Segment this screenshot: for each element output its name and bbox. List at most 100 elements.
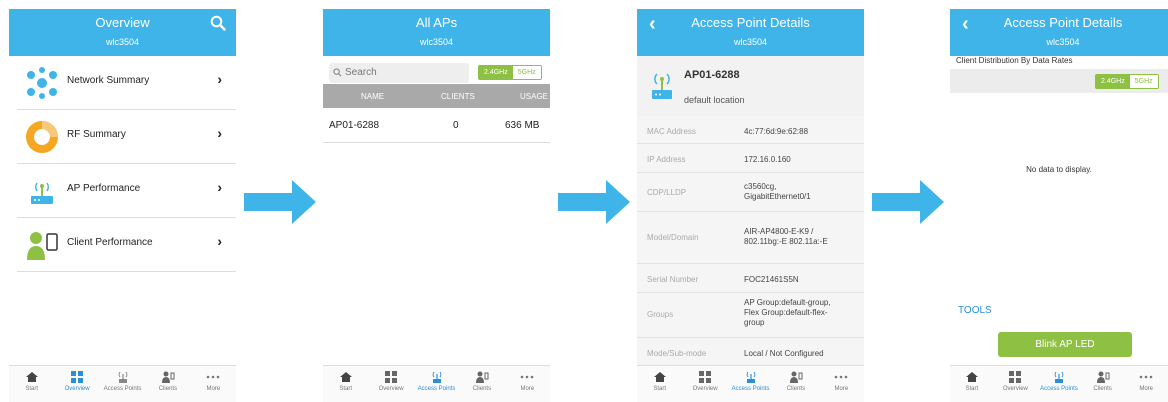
more-icon [207,375,220,379]
table-header: NAME CLIENTS USAGE [323,84,550,108]
search-icon[interactable] [210,15,226,36]
tab-clients[interactable]: Clients [773,366,818,402]
network-summary-icon [25,66,59,100]
tab-access-points[interactable]: Access Points [1037,366,1081,402]
search-icon [333,68,342,77]
home-icon [339,372,352,382]
detail-row-cdp: CDP/LLDP c3560cg, GigabitEthernet0/1 [637,173,864,212]
access-point-icon [118,371,127,383]
blink-ap-led-button[interactable]: Blink AP LED [998,332,1132,357]
tools-label: TOOLS [958,305,992,316]
grid-icon [385,371,398,383]
tab-clients[interactable]: Clients [1081,366,1125,402]
page-title: Overview [95,15,150,30]
tab-more[interactable]: More [505,366,550,402]
detail-list: MAC Address 4c:77:6d:9e:62:88 IP Address… [637,116,864,366]
clients-icon [1096,371,1110,383]
page-title: Access Point Details [691,15,810,30]
menu-item-label: RF Summary [67,129,126,140]
flow-arrow-icon [558,180,630,224]
tab-start[interactable]: Start [9,366,54,402]
band-toggle: 2.4GHz 5GHz [1095,74,1159,89]
band-5ghz-button[interactable]: 5GHz [1129,75,1158,88]
flow-arrow-icon [244,180,316,224]
controller-name: wlc3504 [105,37,140,47]
chevron-right-icon: › [217,233,222,249]
band-24ghz-button[interactable]: 2.4GHz [479,66,513,79]
tab-clients[interactable]: Clients [145,366,190,402]
more-icon [521,375,534,379]
detail-row-mac: MAC Address 4c:77:6d:9e:62:88 [637,116,864,144]
tab-start[interactable]: Start [637,366,682,402]
client-performance-icon [25,228,59,262]
menu-item-ap-performance[interactable]: AP Performance › [17,164,236,218]
controller-name: wlc3504 [1046,37,1080,47]
menu-item-client-performance[interactable]: Client Performance › [17,218,236,272]
tab-bar: Start Overview Access Points Clients Mor… [637,365,864,402]
grid-icon [1009,371,1022,383]
band-toggle: 2.4GHz 5GHz [478,65,542,80]
more-icon [835,375,848,379]
grid-icon [71,371,84,383]
access-point-icon [652,73,672,99]
menu-item-rf-summary[interactable]: RF Summary › [17,110,236,164]
tab-start[interactable]: Start [323,366,368,402]
band-5ghz-button[interactable]: 5GHz [512,66,541,79]
ap-clients: 0 [453,120,459,131]
menu-item-label: AP Performance [67,183,141,194]
chevron-right-icon: › [217,179,222,195]
overview-screen: Overview wlc3504 Network Summary › RF Su… [9,9,236,402]
tab-overview[interactable]: Overview [54,366,99,402]
all-aps-screen: All APs wlc3504 Search 2.4GHz 5GHz NAME … [323,9,550,402]
home-icon [25,372,38,382]
page-title: All APs [415,15,458,30]
band-24ghz-button[interactable]: 2.4GHz [1096,75,1130,88]
detail-row-groups: Groups AP Group:default-group, Flex Grou… [637,293,864,338]
detail-row-model: Model/Domain AIR-AP4800-E-K9 / 802.11bg:… [637,212,864,264]
section-title: Client Distribution By Data Rates [956,56,1073,65]
rf-summary-icon [25,120,59,154]
home-icon [653,372,666,382]
tab-access-points[interactable]: Access Points [728,366,773,402]
column-name[interactable]: NAME [361,92,384,101]
detail-row-serial: Serial Number FOC21461S5N [637,264,864,293]
tab-overview[interactable]: Overview [994,366,1038,402]
controller-name: wlc3504 [733,37,768,47]
tab-more[interactable]: More [191,366,236,402]
ap-details-header: ‹ Access Point Details wlc3504 [637,9,864,56]
menu-item-network-summary[interactable]: Network Summary › [17,56,236,110]
controller-name: wlc3504 [419,37,454,47]
tab-bar: Start Overview Access Points Clients Mor… [323,365,550,402]
menu-item-label: Network Summary [67,75,150,86]
column-usage[interactable]: USAGE [520,92,548,101]
tab-clients[interactable]: Clients [459,366,504,402]
tab-start[interactable]: Start [950,366,994,402]
search-input[interactable]: Search [329,63,469,83]
ap-details-screen: ‹ Access Point Details wlc3504 AP01-6288… [637,9,864,402]
ap-performance-icon [25,174,59,208]
tab-overview[interactable]: Overview [368,366,413,402]
clients-icon [789,371,803,383]
detail-row-mode: Mode/Sub-mode Local / Not Configured [647,349,824,358]
ap-location: default location [684,95,745,105]
tab-more[interactable]: More [1124,366,1168,402]
table-row[interactable]: AP01-6288 0 636 MB [323,108,550,143]
tab-access-points[interactable]: Access Points [414,366,459,402]
flow-arrow-icon [872,180,944,224]
tab-access-points[interactable]: Access Points [100,366,145,402]
ap-usage: 636 MB [505,120,540,131]
more-icon [1139,375,1153,379]
tab-more[interactable]: More [819,366,864,402]
home-icon [965,372,978,382]
clients-icon [161,371,175,383]
distribution-header: ‹ Access Point Details wlc3504 [950,9,1168,56]
tab-bar: Start Overview Access Points Clients Mor… [950,365,1168,402]
tab-overview[interactable]: Overview [682,366,727,402]
column-clients[interactable]: CLIENTS [441,92,475,101]
ap-summary-card: AP01-6288 default location [637,56,864,117]
chevron-right-icon: › [217,125,222,141]
band-bar: 2.4GHz 5GHz [950,69,1168,93]
chevron-right-icon: › [217,71,222,87]
access-point-icon [1054,371,1064,383]
grid-icon [699,371,712,383]
